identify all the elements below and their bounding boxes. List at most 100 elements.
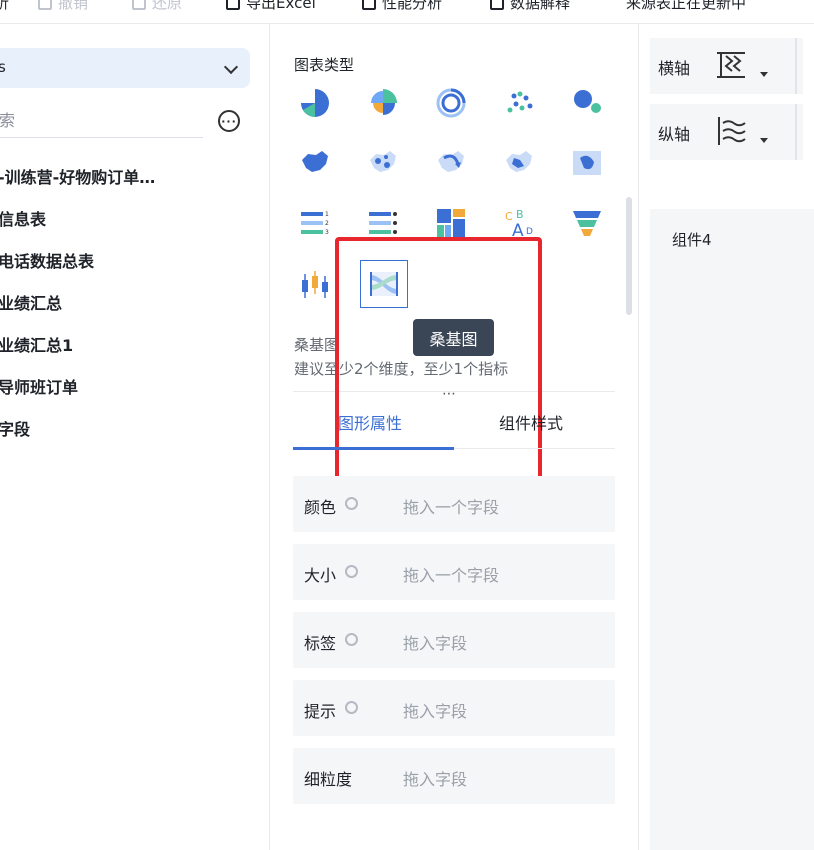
undo-icon: [38, 0, 52, 10]
vertical-axis-row[interactable]: 纵轴: [650, 104, 803, 160]
search-box: [0, 106, 203, 138]
sankey-chart-icon: [370, 272, 398, 296]
component-title[interactable]: 组件4: [672, 229, 712, 250]
color-placeholder: 拖入一个字段: [403, 498, 500, 517]
export-icon: [226, 0, 240, 10]
axis-divider: [795, 104, 797, 160]
bar-list-icon[interactable]: [366, 206, 400, 240]
dataset-item[interactable]: 表字段: [0, 416, 30, 440]
color-field-drop[interactable]: 颜色 拖入一个字段: [293, 476, 615, 532]
redo-button[interactable]: 还原: [132, 0, 182, 13]
sankey-chart-button[interactable]: [360, 260, 408, 308]
dataset-panel: s ··· 程-训练营-好物购订单… 月信息表 员电话数据总表 售业绩汇总 售业…: [0, 24, 270, 850]
dataset-item[interactable]: 售业绩汇总1: [0, 332, 73, 356]
ranking-list-icon[interactable]: 1 2 3: [298, 206, 332, 240]
data-explain-label: 数据解释: [510, 0, 571, 12]
candlestick-chart-icon[interactable]: [298, 268, 332, 302]
data-explain-button[interactable]: 数据解释: [490, 0, 570, 13]
svg-text:D: D: [526, 227, 533, 237]
tab-graph-properties[interactable]: 图形属性: [338, 410, 402, 434]
redo-icon: [132, 0, 146, 10]
svg-text:A: A: [512, 221, 524, 240]
sankey-tooltip: 桑基图: [413, 319, 494, 356]
horizontal-axis-row[interactable]: 横轴: [650, 38, 803, 94]
gear-icon[interactable]: [345, 497, 358, 510]
chevron-down-icon: [223, 59, 239, 75]
tooltip-field-drop[interactable]: 提示 拖入字段: [293, 680, 615, 736]
label-label: 标签: [304, 634, 337, 653]
china-map-icon[interactable]: [298, 146, 332, 180]
active-tab-indicator: [293, 447, 454, 450]
rose-chart-icon[interactable]: [366, 86, 400, 120]
toolbar-analysis[interactable]: 析: [0, 0, 9, 13]
granularity-placeholder: 拖入字段: [403, 770, 468, 789]
export-excel-label: 导出Excel: [246, 0, 316, 12]
undo-button[interactable]: 撤销: [38, 0, 88, 13]
gear-icon[interactable]: [345, 633, 358, 646]
svg-text:3: 3: [325, 229, 329, 236]
dataset-item[interactable]: 月信息表: [0, 206, 46, 230]
scatter-chart-icon[interactable]: [502, 86, 536, 120]
toolbar-analysis-label: 析: [0, 0, 9, 13]
more-options-button[interactable]: ···: [218, 110, 240, 132]
point-map-icon[interactable]: [366, 146, 400, 180]
chevron-down-icon[interactable]: [760, 138, 768, 143]
dataset-item[interactable]: 排导师班订单: [0, 374, 78, 398]
heat-map-icon[interactable]: [502, 146, 536, 180]
source-updating-label: 来源表正在更新中: [626, 0, 747, 12]
gear-icon[interactable]: [345, 701, 358, 714]
tab-component-style[interactable]: 组件样式: [499, 410, 563, 434]
resize-handle[interactable]: ⋯: [442, 386, 457, 402]
treemap-icon[interactable]: [434, 206, 468, 240]
ring-chart-icon[interactable]: [434, 86, 468, 120]
axis-divider: [795, 38, 797, 94]
chart-config-panel: 图表类型 1 2 3 CBAD 桑基图 桑基图 建议至少2个维度，至少1个指标 ⋯ …: [270, 24, 639, 850]
size-field-drop[interactable]: 大小 拖入一个字段: [293, 544, 615, 600]
horizontal-axis-label: 横轴: [658, 59, 691, 78]
dataset-select[interactable]: s: [0, 48, 250, 88]
search-input[interactable]: [0, 106, 183, 134]
source-updating-status: 来源表正在更新中: [626, 0, 746, 13]
data-explain-icon: [490, 0, 504, 10]
selected-chart-name: 桑基图: [294, 336, 340, 354]
granularity-field-drop[interactable]: 细粒度 拖入字段: [293, 748, 615, 804]
canvas-area[interactable]: 组件4: [650, 209, 814, 850]
granularity-label: 细粒度: [304, 770, 353, 789]
undo-label: 撤销: [58, 0, 89, 12]
selected-chart-hint: 建议至少2个维度，至少1个指标: [294, 360, 509, 378]
chart-type-scrollbar[interactable]: [626, 197, 632, 315]
vertical-axis-label: 纵轴: [658, 125, 691, 144]
top-toolbar: 析 撤销 还原 导出Excel 性能分析 数据解释 来源表正在更新中: [0, 0, 814, 24]
svg-text:1: 1: [325, 211, 329, 218]
performance-analysis-button[interactable]: 性能分析: [362, 0, 442, 13]
axis-panel: 横轴 纵轴 组件4: [639, 24, 814, 850]
redo-label: 还原: [152, 0, 183, 12]
label-placeholder: 拖入字段: [403, 634, 468, 653]
size-label: 大小: [304, 566, 337, 585]
performance-analysis-label: 性能分析: [382, 0, 443, 12]
svg-text:2: 2: [325, 220, 329, 227]
flow-map-icon[interactable]: [434, 146, 468, 180]
word-cloud-icon[interactable]: C BA D: [502, 206, 536, 240]
dataset-item[interactable]: 员电话数据总表: [0, 248, 94, 272]
vertical-axis-icon[interactable]: [714, 114, 748, 148]
horizontal-axis-icon[interactable]: [714, 48, 748, 82]
bubble-chart-icon[interactable]: [570, 86, 604, 120]
pie-chart-icon[interactable]: [298, 86, 332, 120]
funnel-chart-icon[interactable]: [570, 206, 604, 240]
dataset-item[interactable]: 程-训练营-好物购订单…: [0, 164, 155, 188]
size-placeholder: 拖入一个字段: [403, 566, 500, 585]
dataset-item[interactable]: 售业绩汇总: [0, 290, 62, 314]
divider: [293, 391, 615, 392]
chart-type-title: 图表类型: [294, 56, 355, 74]
tooltip-label: 提示: [304, 702, 337, 721]
area-map-icon[interactable]: [570, 146, 604, 180]
label-field-drop[interactable]: 标签 拖入字段: [293, 612, 615, 668]
export-excel-button[interactable]: 导出Excel: [226, 0, 316, 13]
color-label: 颜色: [304, 498, 337, 517]
dataset-select-value: s: [0, 58, 6, 76]
gear-icon[interactable]: [345, 565, 358, 578]
more-icon: ···: [221, 114, 237, 128]
tooltip-placeholder: 拖入字段: [403, 702, 468, 721]
chevron-down-icon[interactable]: [760, 72, 768, 77]
